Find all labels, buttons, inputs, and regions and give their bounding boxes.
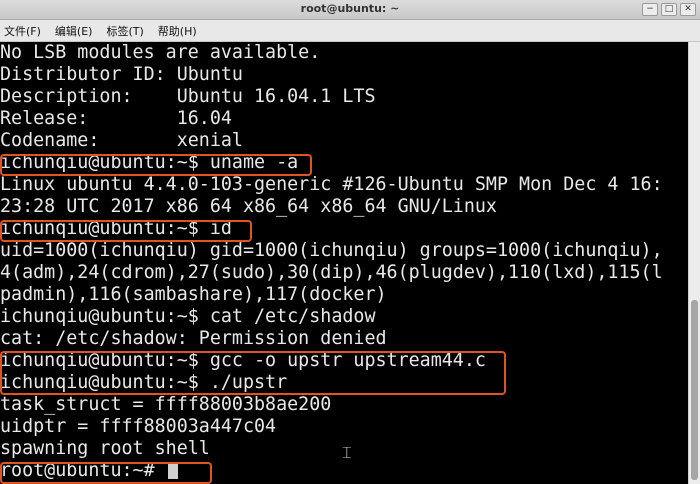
terminal-line: Linux ubuntu 4.4.0-103-generic #126-Ubun… xyxy=(0,174,663,195)
terminal-line: Description: Ubuntu 16.04.1 LTS xyxy=(0,86,376,107)
terminal-line: padmin),116(sambashare),117(docker) xyxy=(0,284,387,305)
terminal-line: 4(adm),24(cdrom),27(sudo),30(dip),46(plu… xyxy=(0,262,663,283)
terminal-line: ichunqiu@ubuntu:~$ gcc -o upstr upstream… xyxy=(0,350,486,371)
menu-edit[interactable]: 编辑(E) xyxy=(55,23,93,39)
terminal-output[interactable]: No LSB modules are available. Distributo… xyxy=(0,42,688,484)
terminal-line: spawning root shell xyxy=(0,438,210,459)
maximize-button[interactable]: □ xyxy=(661,3,677,16)
title-bar: root@ubuntu: ~ − □ ✕ xyxy=(0,0,700,20)
terminal-line: cat: /etc/shadow: Permission denied xyxy=(0,328,387,349)
menu-help[interactable]: 帮助(H) xyxy=(158,23,197,39)
terminal-line: Release: 16.04 xyxy=(0,108,232,129)
text-cursor xyxy=(167,462,178,479)
terminal-line: ichunqiu@ubuntu:~$ uname -a xyxy=(0,152,299,173)
minimize-button[interactable]: − xyxy=(642,3,658,16)
close-button[interactable]: ✕ xyxy=(680,3,696,16)
window-title: root@ubuntu: ~ xyxy=(300,2,400,15)
window-controls: − □ ✕ xyxy=(642,3,696,16)
terminal-line: uid=1000(ichunqiu) gid=1000(ichunqiu) gr… xyxy=(0,240,663,261)
terminal-line: No LSB modules are available. xyxy=(0,42,321,63)
mouse-ibeam-icon: ⌶ xyxy=(342,443,352,462)
terminal-line: uidptr = ffff88003a447c04 xyxy=(0,416,277,437)
terminal-line: ichunqiu@ubuntu:~$ ./upstr xyxy=(0,372,288,393)
terminal-line: 23:28 UTC 2017 x86 64 x86_64 x86_64 GNU/… xyxy=(0,196,497,217)
terminal-line: ichunqiu@ubuntu:~$ cat /etc/shadow xyxy=(0,306,376,327)
terminal-line: ichunqiu@ubuntu:~$ id xyxy=(0,218,232,239)
terminal-prompt-line[interactable]: root@ubuntu:~# xyxy=(0,460,178,482)
terminal-line: Codename: xenial xyxy=(0,130,243,151)
menu-tabs[interactable]: 标签(T) xyxy=(106,23,143,39)
scrollbar[interactable] xyxy=(688,42,700,484)
scrollbar-thumb[interactable] xyxy=(691,300,698,480)
menu-file[interactable]: 文件(F) xyxy=(4,23,41,39)
terminal-line: Distributor ID: Ubuntu xyxy=(0,64,243,85)
terminal-line: task_struct = ffff88003b8ae200 xyxy=(0,394,332,415)
root-prompt: root@ubuntu:~# xyxy=(0,460,166,481)
menu-bar: 文件(F) 编辑(E) 标签(T) 帮助(H) xyxy=(0,20,700,42)
